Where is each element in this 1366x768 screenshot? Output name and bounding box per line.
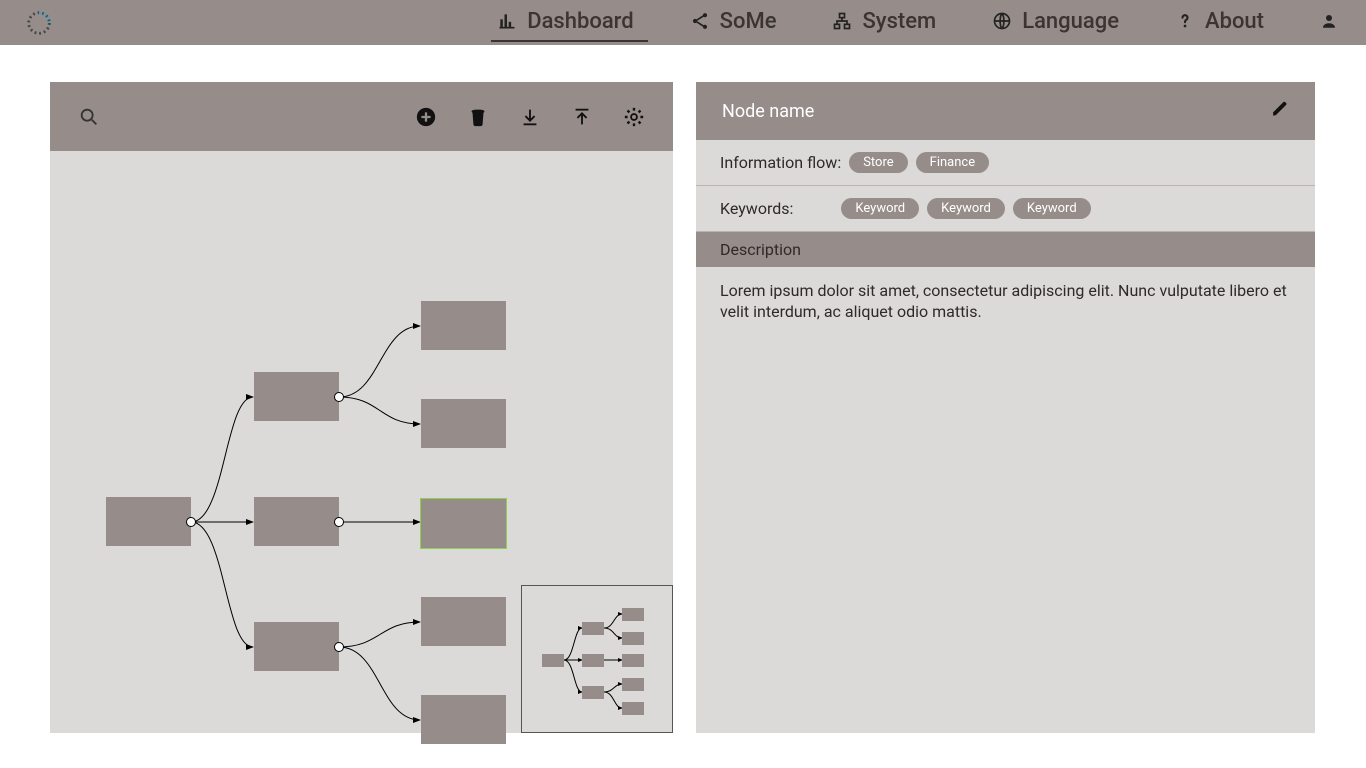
detail-title: Node name xyxy=(722,101,814,122)
minimap-node xyxy=(582,622,604,635)
nav-system[interactable]: System xyxy=(832,0,936,45)
nav-label: About xyxy=(1205,9,1264,34)
minimap-node xyxy=(582,654,604,667)
node-port[interactable] xyxy=(334,642,344,652)
keyword-tag[interactable]: Keyword xyxy=(927,198,1005,219)
plus-circle-icon xyxy=(415,106,437,128)
add-node-button[interactable] xyxy=(415,106,437,128)
graph-node-selected[interactable] xyxy=(421,499,506,548)
keyword-tag[interactable]: Keyword xyxy=(841,198,919,219)
graph-node[interactable] xyxy=(421,695,506,744)
search-button[interactable] xyxy=(78,106,100,128)
nav-dashboard[interactable]: Dashboard xyxy=(497,0,633,45)
upload-icon xyxy=(571,106,593,128)
top-nav: Dashboard SoMe System Language About xyxy=(0,0,1366,45)
pencil-icon xyxy=(1271,100,1289,118)
keywords-label: Keywords: xyxy=(720,199,793,218)
settings-button[interactable] xyxy=(623,106,645,128)
graph-node[interactable] xyxy=(254,622,339,671)
description-label: Description xyxy=(696,232,1315,267)
share-icon xyxy=(690,11,710,31)
description-body: Lorem ipsum dolor sit amet, consectetur … xyxy=(696,267,1315,337)
gear-icon xyxy=(623,106,645,128)
node-port[interactable] xyxy=(334,392,344,402)
graph-node[interactable] xyxy=(254,497,339,546)
hierarchy-icon xyxy=(832,11,852,31)
app-logo xyxy=(24,8,54,38)
download-icon xyxy=(519,106,541,128)
graph-node[interactable] xyxy=(421,597,506,646)
graph-node[interactable] xyxy=(421,399,506,448)
node-port[interactable] xyxy=(334,517,344,527)
graph-canvas[interactable] xyxy=(50,151,673,733)
globe-icon xyxy=(992,11,1012,31)
minimap-node xyxy=(582,686,604,699)
bar-chart-icon xyxy=(497,11,517,31)
upload-button[interactable] xyxy=(571,106,593,128)
minimap[interactable] xyxy=(521,585,673,733)
nav-label: Language xyxy=(1022,9,1119,34)
edit-button[interactable] xyxy=(1271,100,1289,123)
download-button[interactable] xyxy=(519,106,541,128)
detail-header: Node name xyxy=(696,82,1315,140)
graph-node[interactable] xyxy=(106,497,191,546)
graph-node[interactable] xyxy=(421,301,506,350)
question-icon xyxy=(1175,11,1195,31)
info-flow-row: Information flow: Store Finance xyxy=(696,140,1315,186)
info-flow-label: Information flow: xyxy=(720,153,841,172)
info-flow-tag[interactable]: Store xyxy=(849,152,907,173)
detail-panel: Node name Information flow: Store Financ… xyxy=(696,82,1315,733)
graph-node[interactable] xyxy=(254,372,339,421)
graph-toolbar xyxy=(50,82,673,151)
minimap-node xyxy=(622,632,644,645)
minimap-node xyxy=(622,702,644,715)
info-flow-tag[interactable]: Finance xyxy=(916,152,989,173)
nav-some[interactable]: SoMe xyxy=(690,0,777,45)
keyword-tag[interactable]: Keyword xyxy=(1013,198,1091,219)
search-icon xyxy=(78,106,100,128)
minimap-node xyxy=(622,608,644,621)
nav-language[interactable]: Language xyxy=(992,0,1119,45)
trash-icon xyxy=(467,106,489,128)
nav-label: SoMe xyxy=(720,9,777,34)
minimap-node xyxy=(622,678,644,691)
user-menu[interactable] xyxy=(1320,12,1338,34)
keywords-row: Keywords: Keyword Keyword Keyword xyxy=(696,186,1315,232)
minimap-node xyxy=(622,654,644,667)
nav-label: Dashboard xyxy=(527,9,633,34)
delete-button[interactable] xyxy=(467,106,489,128)
nav-about[interactable]: About xyxy=(1175,0,1264,45)
node-port[interactable] xyxy=(186,517,196,527)
minimap-node xyxy=(542,654,564,667)
nav-label: System xyxy=(862,9,936,34)
graph-panel xyxy=(50,82,673,733)
